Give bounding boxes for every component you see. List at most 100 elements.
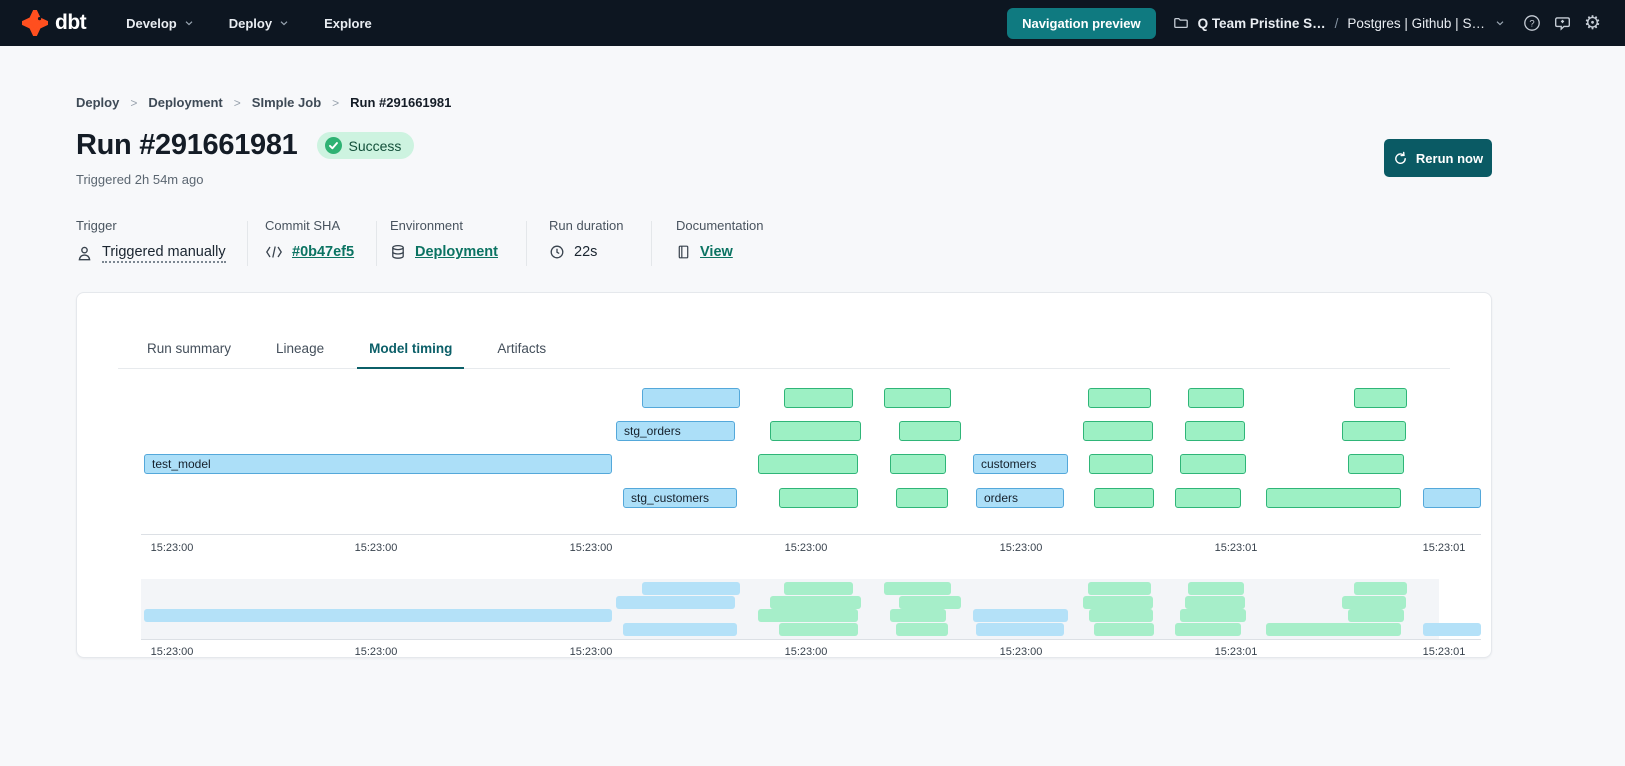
- gantt-bar[interactable]: [890, 454, 946, 474]
- gantt-bar[interactable]: [1185, 421, 1245, 441]
- meta-col-commit-sha: Commit SHA #0b47ef5: [265, 218, 354, 260]
- minimap-bar: [1354, 582, 1407, 595]
- meta-label: Commit SHA: [265, 218, 354, 233]
- minimap-axis-line: [141, 639, 1481, 640]
- time-axis-line: [141, 534, 1481, 535]
- meta-value: Triggered manually: [76, 244, 226, 263]
- axis-tick: 15:23:00: [151, 646, 194, 658]
- gantt-bar[interactable]: [1175, 488, 1241, 508]
- gantt-bar[interactable]: [1354, 388, 1407, 408]
- gantt-bar-test_model[interactable]: test_model: [144, 454, 612, 474]
- meta-divider: [651, 221, 652, 266]
- gantt-bar-stg_orders[interactable]: stg_orders: [616, 421, 735, 441]
- gantt-bar[interactable]: [779, 488, 858, 508]
- nav-item-label: Explore: [324, 16, 372, 31]
- nav-icon-group: ? ⚙: [1523, 14, 1601, 33]
- minimap-bar: [144, 609, 612, 622]
- gantt-bar[interactable]: [642, 388, 740, 408]
- gantt-bar[interactable]: [1266, 488, 1401, 508]
- meta-link[interactable]: #0b47ef5: [292, 244, 354, 260]
- meta-col-trigger: TriggerTriggered manually: [76, 218, 226, 263]
- gantt-bar[interactable]: [1188, 388, 1244, 408]
- gantt-bar[interactable]: [1180, 454, 1246, 474]
- minimap-bar: [1088, 582, 1151, 595]
- minimap-bar: [642, 582, 740, 595]
- minimap-bar: [784, 582, 853, 595]
- breadcrumb-item-deployment[interactable]: Deployment: [148, 95, 222, 110]
- gantt-bar[interactable]: [1348, 454, 1404, 474]
- rerun-icon: [1393, 151, 1408, 166]
- meta-value: View: [676, 244, 763, 260]
- minimap-bar: [1185, 596, 1245, 609]
- svg-text:?: ?: [1529, 18, 1534, 29]
- code-icon: [265, 245, 283, 259]
- nav-item-explore[interactable]: Explore: [324, 16, 372, 31]
- navigation-preview-button[interactable]: Navigation preview: [1007, 8, 1155, 39]
- clock-icon: [549, 244, 565, 260]
- minimap-bar: [1348, 609, 1404, 622]
- minimap-bar: [623, 623, 737, 636]
- breadcrumb-item-deploy[interactable]: Deploy: [76, 95, 119, 110]
- axis-tick: 15:23:01: [1215, 646, 1258, 658]
- success-check-icon: [325, 137, 342, 154]
- minimap-bar: [1188, 582, 1244, 595]
- gantt-bar-orders[interactable]: orders: [976, 488, 1064, 508]
- gantt-bar[interactable]: [784, 388, 853, 408]
- minimap-bar: [1175, 623, 1241, 636]
- project-name: Q Team Pristine S…: [1198, 16, 1326, 31]
- breadcrumb-separator: >: [130, 96, 137, 110]
- gantt-bar[interactable]: [884, 388, 951, 408]
- settings-icon[interactable]: ⚙: [1584, 14, 1601, 33]
- gantt-bar[interactable]: [770, 421, 861, 441]
- minimap-bar: [1342, 596, 1406, 609]
- nav-item-develop[interactable]: Develop: [126, 16, 195, 31]
- status-badge: Success: [317, 132, 415, 159]
- minimap-bar: [779, 623, 858, 636]
- help-icon[interactable]: ?: [1523, 14, 1541, 32]
- nav-item-deploy[interactable]: Deploy: [229, 16, 290, 31]
- dbt-logo-icon: [22, 10, 48, 36]
- meta-value: Deployment: [390, 244, 498, 260]
- minimap-bar: [770, 596, 861, 609]
- gantt-bar[interactable]: [758, 454, 858, 474]
- axis-tick: 15:23:00: [785, 542, 828, 554]
- minimap-bar: [1423, 623, 1481, 636]
- gantt-bar[interactable]: [896, 488, 948, 508]
- gantt-bar[interactable]: [1342, 421, 1406, 441]
- meta-col-documentation: DocumentationView: [676, 218, 763, 260]
- user-icon: [76, 245, 93, 262]
- rerun-label: Rerun now: [1416, 151, 1483, 166]
- top-navbar: dbt Develop Deploy Explore Navigation prev…: [0, 0, 1625, 46]
- nav-item-label: Deploy: [229, 16, 272, 31]
- dbt-logo[interactable]: dbt: [22, 10, 86, 36]
- nav-menu: Develop Deploy Explore: [126, 16, 372, 31]
- minimap-bar: [1180, 609, 1246, 622]
- page-title: Run #291661981: [76, 129, 298, 162]
- meta-link[interactable]: Deployment: [415, 244, 498, 260]
- rerun-now-button[interactable]: Rerun now: [1384, 139, 1492, 177]
- run-meta-row: TriggerTriggered manually Commit SHA #0b47…: [76, 218, 976, 270]
- meta-link[interactable]: View: [700, 244, 733, 260]
- gantt-bar[interactable]: [899, 421, 961, 441]
- meta-value: 22s: [549, 244, 623, 260]
- gantt-bar[interactable]: [1088, 388, 1151, 408]
- meta-col-environment: EnvironmentDeployment: [390, 218, 498, 260]
- gantt-bar[interactable]: [1083, 421, 1153, 441]
- breadcrumb-item-simple-job[interactable]: SImple Job: [252, 95, 321, 110]
- minimap-bar: [976, 623, 1064, 636]
- axis-tick: 15:23:01: [1423, 646, 1466, 658]
- feedback-icon[interactable]: [1554, 15, 1571, 32]
- database-icon: [390, 244, 406, 260]
- gantt-bar[interactable]: [1423, 488, 1481, 508]
- context-separator: /: [1335, 16, 1339, 31]
- breadcrumb-item-run-291661981: Run #291661981: [350, 95, 451, 110]
- gantt-bar[interactable]: [1089, 454, 1153, 474]
- status-label: Success: [349, 138, 402, 154]
- gantt-bar-stg_customers[interactable]: stg_customers: [623, 488, 737, 508]
- minimap-bar: [1266, 623, 1401, 636]
- gantt-bar[interactable]: [1094, 488, 1154, 508]
- timeline-minimap-brush[interactable]: [141, 579, 1439, 639]
- gantt-bar-customers[interactable]: customers: [973, 454, 1068, 474]
- minimap-bar: [616, 596, 735, 609]
- account-context-switcher[interactable]: Q Team Pristine S… / Postgres | Github |…: [1173, 15, 1506, 31]
